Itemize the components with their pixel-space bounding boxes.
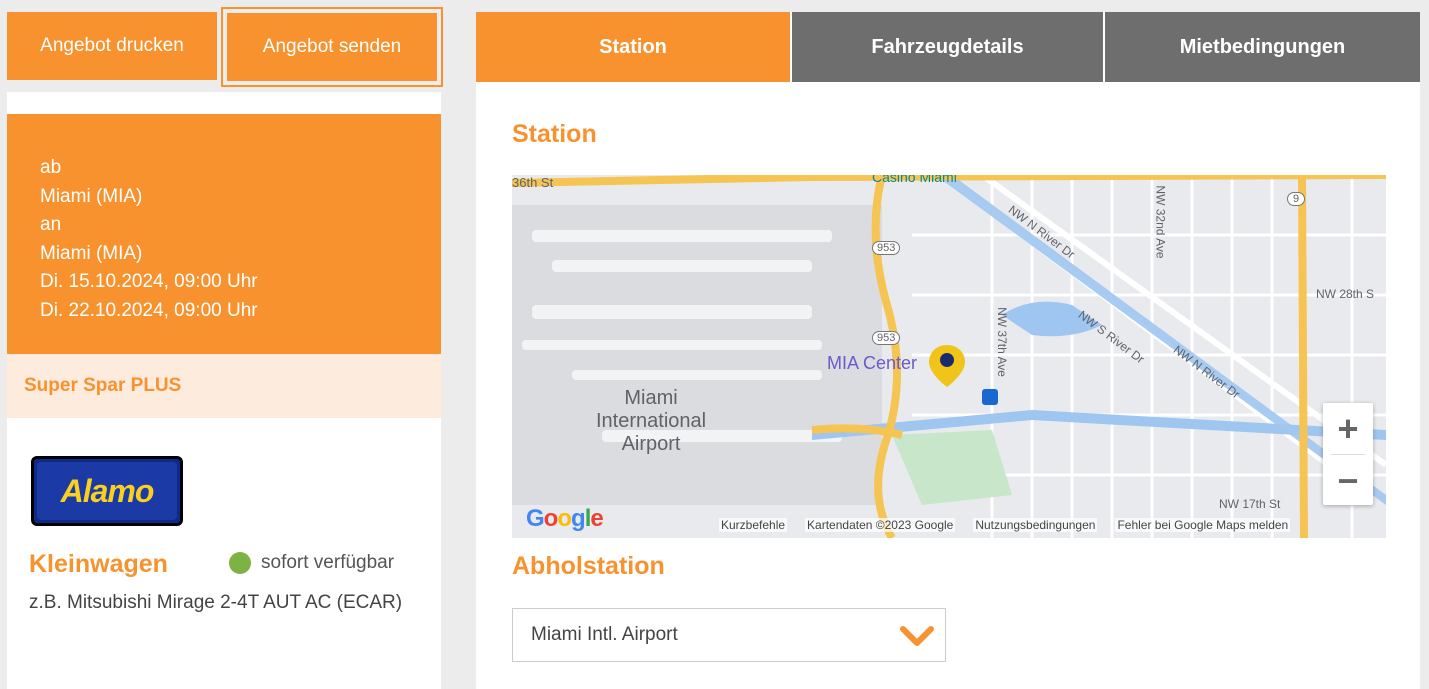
tariff-name: Super Spar PLUS: [7, 354, 441, 418]
google-logo: Google: [526, 505, 604, 532]
tab-vehicle-details[interactable]: Fahrzeugdetails: [790, 12, 1103, 82]
street-nw-17th-label: NW 17th St: [1219, 497, 1281, 511]
map-canvas: [512, 175, 1386, 538]
station-heading: Station: [512, 120, 597, 148]
to-location: Miami (MIA): [40, 242, 143, 264]
from-location: Miami (MIA): [40, 185, 143, 207]
airport-label-line3: Airport: [621, 433, 681, 455]
mia-center-label: MIA Center: [827, 353, 918, 373]
zoom-in-button[interactable]: +: [1323, 403, 1373, 454]
car-model: z.B. Mitsubishi Mirage 2-4T AUT AC (ECAR…: [29, 592, 403, 613]
street-36th-label: 36th St: [512, 175, 554, 190]
map-shortcuts-link[interactable]: Kurzbefehle: [719, 518, 788, 532]
detail-tabs: Station Fahrzeugdetails Mietbedingungen: [476, 12, 1420, 82]
airport-label-line1: Miami: [624, 387, 678, 409]
casino-label: Casino Miami: [872, 175, 957, 185]
send-offer-focus-ring: Angebot senden: [221, 7, 443, 87]
details-panel: Station Fahrzeugdetails Mietbedingungen …: [476, 12, 1420, 689]
chevron-down-icon: [900, 626, 934, 646]
alamo-logo-inner: Alamo: [37, 462, 177, 520]
tab-station[interactable]: Station: [476, 12, 790, 82]
street-nw-28th-label: NW 28th S: [1316, 287, 1375, 301]
offer-sidebar: Angebot drucken Angebot senden ab Miami …: [7, 7, 443, 689]
route-953-shield-bottom: 953: [872, 331, 901, 345]
trip-summary: ab Miami (MIA) an Miami (MIA) Di. 15.10.…: [7, 114, 441, 354]
station-map[interactable]: Miami International Airport MIA Center 3…: [512, 175, 1386, 538]
availability-text: sofort verfügbar: [261, 552, 395, 573]
car-class: Kleinwagen: [29, 550, 168, 578]
print-offer-button[interactable]: Angebot drucken: [7, 12, 217, 80]
street-nw-32nd-ave-label: NW 32nd Ave: [1153, 185, 1168, 259]
tab-rental-terms[interactable]: Mietbedingungen: [1103, 12, 1420, 82]
zoom-out-button[interactable]: −: [1323, 455, 1373, 506]
offer-actions: Angebot drucken Angebot senden: [7, 7, 443, 87]
route-953-shield-top: 953: [872, 241, 901, 255]
alamo-logo-text: Alamo: [60, 472, 155, 509]
map-terms-link[interactable]: Nutzungsbedingungen: [973, 518, 1098, 532]
from-label: ab: [40, 157, 62, 178]
availability-status: sofort verfügbar: [229, 552, 394, 574]
offer-summary-panel: ab Miami (MIA) an Miami (MIA) Di. 15.10.…: [7, 92, 441, 689]
pickup-station-select[interactable]: Miami Intl. Airport: [512, 608, 946, 662]
street-nw-37th-ave-label: NW 37th Ave: [994, 307, 1009, 377]
pickup-heading: Abholstation: [512, 552, 665, 580]
route-9-shield: 9: [1287, 192, 1306, 206]
pickup-station-value: Miami Intl. Airport: [531, 624, 678, 645]
map-zoom-controls: + −: [1323, 403, 1373, 505]
airport-label: Miami International Airport: [596, 387, 706, 456]
airport-label-line2: International: [596, 410, 707, 432]
map-report-link[interactable]: Fehler bei Google Maps melden: [1115, 518, 1291, 532]
map-data-attribution: Kartendaten ©2023 Google: [805, 518, 956, 532]
to-label: an: [40, 214, 62, 235]
pickup-datetime: Di. 15.10.2024, 09:00 Uhr: [40, 271, 258, 292]
return-datetime: Di. 22.10.2024, 09:00 Uhr: [40, 299, 258, 321]
send-offer-button[interactable]: Angebot senden: [227, 13, 437, 81]
availability-dot-icon: [229, 552, 251, 574]
alamo-logo: Alamo: [31, 456, 183, 526]
map-footer: Kurzbefehle Kartendaten ©2023 Google Nut…: [719, 518, 1291, 532]
